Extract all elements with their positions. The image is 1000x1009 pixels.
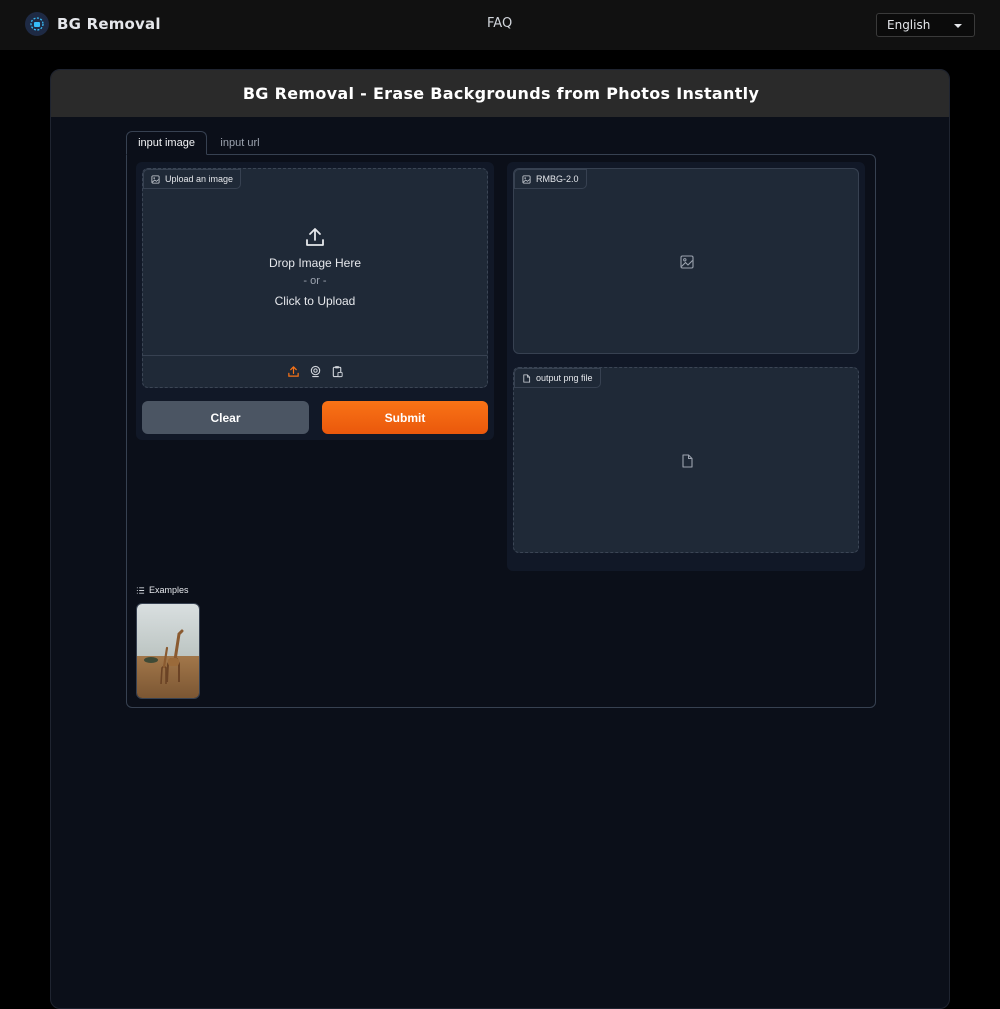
submit-button[interactable]: Submit: [322, 401, 488, 434]
output-image-label: RMBG-2.0: [514, 169, 587, 189]
examples-label-text: Examples: [149, 585, 189, 595]
page-title: BG Removal - Erase Backgrounds from Phot…: [242, 84, 760, 103]
clear-button[interactable]: Clear: [142, 401, 309, 434]
output-file-label: output png file: [514, 368, 601, 388]
file-placeholder-icon: [682, 454, 693, 468]
panel-header: BG Removal - Erase Backgrounds from Phot…: [51, 70, 949, 117]
output-image-box: RMBG-2.0: [513, 168, 859, 354]
main-panel: BG Removal - Erase Backgrounds from Phot…: [50, 69, 950, 1009]
image-placeholder-icon: [680, 255, 694, 269]
list-icon: [136, 586, 145, 594]
image-icon: [522, 174, 531, 184]
input-column: Upload an image Drop Image Here - or - C…: [136, 162, 494, 440]
upload-label-text: Upload an image: [165, 174, 234, 184]
or-separator: - or -: [303, 275, 327, 287]
giraffe-photo: [137, 604, 199, 698]
output-file-box: output png file: [513, 367, 859, 553]
brand[interactable]: BG Removal: [25, 12, 161, 36]
examples-label: Examples: [136, 585, 189, 595]
webcam-icon[interactable]: [308, 365, 322, 379]
click-to-upload-text: Click to Upload: [274, 294, 356, 308]
upload-label: Upload an image: [143, 169, 242, 189]
language-select[interactable]: English: [876, 13, 975, 37]
image-icon: [151, 174, 160, 184]
drop-image-text: Drop Image Here: [268, 256, 362, 270]
output-file-label-text: output png file: [536, 373, 593, 383]
file-icon: [523, 373, 531, 383]
upload-icon: [306, 228, 324, 246]
language-select-value: English: [887, 18, 931, 32]
tab-input-url[interactable]: input url: [210, 131, 270, 155]
example-image-giraffe[interactable]: [136, 603, 200, 699]
upload-icon[interactable]: [286, 365, 300, 379]
output-column: RMBG-2.0 output png file: [507, 162, 865, 571]
brand-logo-icon: [25, 12, 49, 36]
nav-link-faq[interactable]: FAQ: [487, 16, 512, 31]
top-navbar: BG Removal FAQ English: [0, 0, 1000, 50]
upload-source-bar: [143, 355, 487, 387]
output-image-label-text: RMBG-2.0: [536, 174, 579, 184]
image-upload-dropzone[interactable]: Upload an image Drop Image Here - or - C…: [142, 168, 488, 388]
caret-down-icon: [954, 24, 962, 28]
brand-name: BG Removal: [57, 15, 161, 33]
clipboard-icon[interactable]: [330, 365, 344, 379]
tab-input-image[interactable]: input image: [126, 131, 207, 155]
